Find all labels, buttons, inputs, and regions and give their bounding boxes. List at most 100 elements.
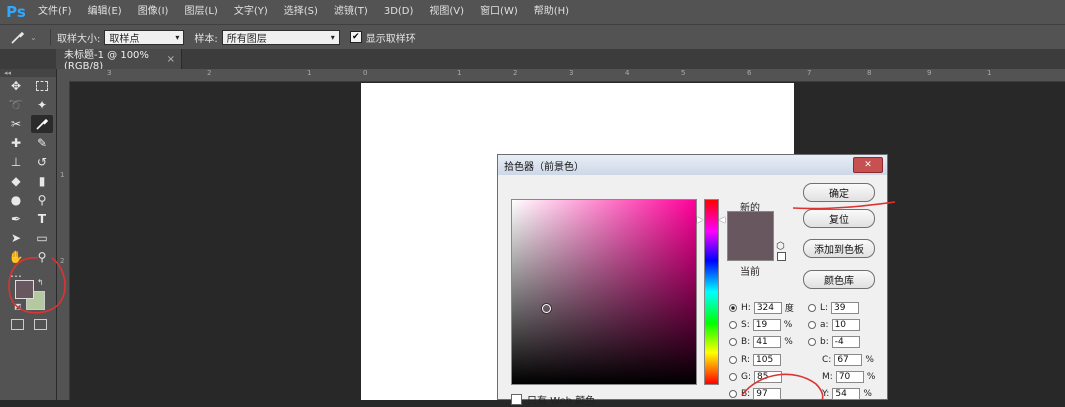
yellow-unit: % <box>863 388 872 399</box>
menu-select[interactable]: 选择(S) <box>276 0 326 24</box>
lab-l-field[interactable]: 39 <box>831 301 860 314</box>
blue-field[interactable]: 97 <box>753 387 782 400</box>
blur-tool-icon[interactable]: ● <box>5 191 27 209</box>
tool-preset-picker[interactable]: ⌄ <box>10 27 44 47</box>
hand-tool-icon[interactable]: ✋ <box>5 248 27 266</box>
dodge-tool-icon[interactable]: ⚲ <box>31 191 53 209</box>
sample-size-label: 取样大小: <box>57 33 101 45</box>
lab-a-row: a: 10 <box>808 318 863 331</box>
hue-radio[interactable] <box>729 303 737 312</box>
color-selector-ring[interactable] <box>542 304 551 313</box>
lasso-tool-icon[interactable]: ➰ <box>5 96 27 114</box>
show-ring-label: 显示取样环 <box>365 33 416 45</box>
saturation-row: S: 19 % <box>729 318 792 331</box>
ruler-tick: 5 <box>681 69 686 77</box>
document-tab[interactable]: 未标题-1 @ 100%(RGB/8) × <box>56 49 182 72</box>
saturation-radio[interactable] <box>729 320 737 329</box>
move-tool-icon[interactable]: ✥ <box>5 77 27 95</box>
menu-filter[interactable]: 滤镜(T) <box>326 0 376 24</box>
green-field[interactable]: 85 <box>754 370 783 383</box>
clone-stamp-tool-icon[interactable]: ⊥ <box>5 153 27 171</box>
menu-3d[interactable]: 3D(D) <box>376 0 422 24</box>
eyedropper-tool-icon[interactable] <box>31 115 53 133</box>
saturation-label: S: <box>741 319 750 330</box>
screen-mode-icon[interactable] <box>34 319 47 330</box>
web-safe-square-icon[interactable] <box>777 252 786 261</box>
ruler-tick: 3 <box>107 69 112 77</box>
reset-button[interactable]: 复位 <box>803 209 875 228</box>
lab-b-radio[interactable] <box>808 337 816 346</box>
pen-tool-icon[interactable]: ✒ <box>5 210 27 228</box>
cyan-unit: % <box>865 354 874 365</box>
sample-select[interactable]: 所有图层 ▾ <box>221 29 340 45</box>
color-libraries-button[interactable]: 颜色库 <box>803 270 875 289</box>
magic-wand-tool-icon[interactable]: ✦ <box>31 96 53 114</box>
document-tab-bar: 未标题-1 @ 100%(RGB/8) × <box>0 49 1065 72</box>
sample-label: 样本: <box>194 33 218 45</box>
gradient-tool-icon[interactable]: ▮ <box>31 172 53 190</box>
hue-slider[interactable] <box>704 199 719 385</box>
type-tool-icon[interactable]: T <box>31 210 53 228</box>
ruler-horizontal: 3 2 1 0 1 2 3 4 5 6 7 8 9 1 <box>57 69 1065 82</box>
close-icon[interactable]: × <box>167 54 175 65</box>
healing-brush-tool-icon[interactable]: ✚ <box>5 134 27 152</box>
red-field[interactable]: 105 <box>753 353 782 366</box>
saturation-brightness-field[interactable] <box>511 199 697 385</box>
lab-l-row: L: 39 <box>808 301 862 314</box>
history-brush-tool-icon[interactable]: ↺ <box>31 153 53 171</box>
zoom-tool-icon[interactable]: ⚲ <box>31 248 53 266</box>
menu-file[interactable]: 文件(F) <box>30 0 80 24</box>
menu-view[interactable]: 视图(V) <box>421 0 472 24</box>
close-icon[interactable]: ✕ <box>853 157 883 173</box>
default-colors-icon[interactable]: ◩ <box>14 302 22 311</box>
lab-a-field[interactable]: 10 <box>831 318 860 331</box>
ruler-tick: 7 <box>807 69 812 77</box>
sample-size-select[interactable]: 取样点 ▾ <box>104 29 185 45</box>
blue-radio[interactable] <box>729 389 737 398</box>
magenta-field[interactable]: 70 <box>835 370 864 383</box>
menu-edit[interactable]: 编辑(E) <box>80 0 130 24</box>
brightness-radio[interactable] <box>729 337 737 346</box>
brush-tool-icon[interactable]: ✎ <box>31 134 53 152</box>
eraser-tool-icon[interactable]: ◆ <box>5 172 27 190</box>
ok-button[interactable]: 确定 <box>803 183 875 202</box>
menu-image[interactable]: 图像(I) <box>130 0 177 24</box>
lab-b-field[interactable]: -4 <box>831 335 860 348</box>
hue-slider-left-arrow-icon[interactable]: ▶ <box>697 215 703 224</box>
add-to-swatches-button[interactable]: 添加到色板 <box>803 239 875 258</box>
panel-collapse-icon[interactable]: ◂◂ <box>0 69 56 77</box>
cyan-field[interactable]: 67 <box>834 353 863 366</box>
hue-field[interactable]: 324 <box>753 301 782 314</box>
rectangle-tool-icon[interactable]: ▭ <box>31 229 53 247</box>
brightness-field[interactable]: 41 <box>753 335 782 348</box>
menu-help[interactable]: 帮助(H) <box>526 0 577 24</box>
lab-l-radio[interactable] <box>808 303 816 312</box>
red-radio[interactable] <box>729 355 737 364</box>
yellow-field[interactable]: 54 <box>832 387 861 400</box>
saturation-unit: % <box>783 319 793 330</box>
tools-panel: ◂◂ ✥ ➰ ✦ ✂ ✚ ✎ ⊥ ↺ ◆ ▮ ● ⚲ ✒ T ➤ ▭ ✋ ⚲ ⋯… <box>0 69 57 400</box>
ruler-vertical: 1 2 <box>57 81 70 400</box>
foreground-color-swatch[interactable] <box>15 280 34 299</box>
saturation-field[interactable]: 19 <box>752 318 781 331</box>
lab-a-radio[interactable] <box>808 320 816 329</box>
chevron-down-icon: ▾ <box>175 32 180 42</box>
brightness-row: B: 41 % <box>729 335 793 348</box>
marquee-tool-icon[interactable] <box>31 77 53 95</box>
crop-tool-icon[interactable]: ✂ <box>5 115 27 133</box>
hue-slider-right-arrow-icon[interactable]: ◀ <box>719 215 725 224</box>
green-radio[interactable] <box>729 372 737 381</box>
hue-row: H: 324 度 <box>729 301 794 314</box>
show-ring-checkbox[interactable]: ✔ <box>349 31 362 43</box>
ruler-tick: 1 <box>307 69 312 77</box>
menu-layer[interactable]: 图层(L) <box>176 0 225 24</box>
gamut-warning-cube-icon[interactable]: ⬡ <box>776 241 785 252</box>
magenta-row: M: 70 % <box>822 370 875 383</box>
menu-window[interactable]: 窗口(W) <box>472 0 526 24</box>
quick-mask-icon[interactable] <box>11 319 24 330</box>
swap-colors-icon[interactable]: ↰ <box>37 278 44 287</box>
green-label: G: <box>741 371 752 382</box>
path-selection-tool-icon[interactable]: ➤ <box>5 229 27 247</box>
menu-type[interactable]: 文字(Y) <box>226 0 276 24</box>
photoshop-logo: Ps <box>6 3 26 21</box>
